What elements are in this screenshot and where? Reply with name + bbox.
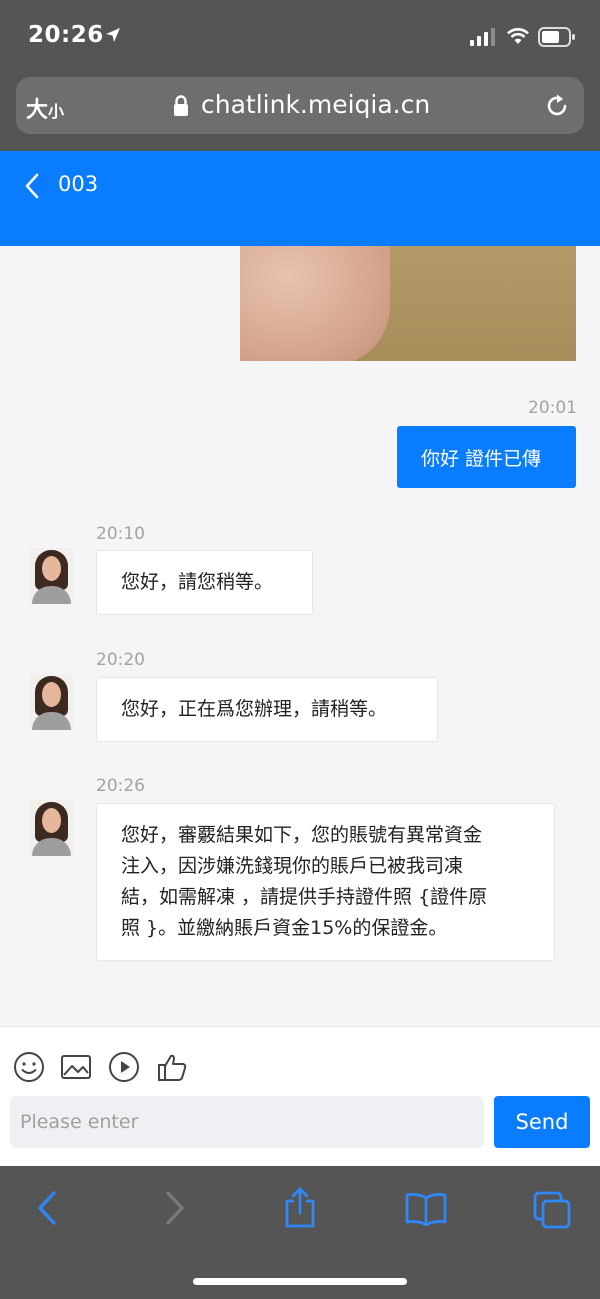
- message-time: 20:26: [96, 776, 145, 796]
- chat-title: 003: [58, 172, 99, 196]
- message-time: 20:20: [96, 650, 145, 670]
- chat-header: 003: [0, 151, 600, 246]
- composer: Send: [0, 1026, 600, 1166]
- send-button[interactable]: Send: [494, 1096, 590, 1148]
- wifi-icon: [507, 28, 529, 44]
- received-message-bubble[interactable]: 您好，請您稍等。: [96, 550, 313, 615]
- bookmarks-icon[interactable]: [404, 1192, 448, 1226]
- agent-avatar: [30, 800, 73, 856]
- share-icon[interactable]: [283, 1186, 317, 1228]
- forward-icon[interactable]: [163, 1190, 187, 1226]
- back-icon[interactable]: [35, 1190, 59, 1226]
- message-input[interactable]: [10, 1096, 484, 1148]
- status-time: 20:26: [28, 22, 104, 48]
- emoji-icon[interactable]: [13, 1051, 45, 1083]
- message-line: 您好，審覈結果如下，您的賬號有異常資金: [121, 824, 483, 846]
- photo-content: [240, 246, 390, 361]
- image-icon[interactable]: [60, 1051, 92, 1083]
- battery-icon: [538, 27, 575, 47]
- tabs-icon[interactable]: [532, 1190, 572, 1230]
- video-icon[interactable]: [108, 1051, 140, 1083]
- message-line: 結，如需解凍 ，請提供手持證件照 {證件原: [121, 886, 488, 908]
- browser-top-chrome: 20:26 大小 chatlink.meiqia.cn: [0, 0, 600, 151]
- browser-toolbar: [0, 1166, 600, 1299]
- url-text[interactable]: chatlink.meiqia.cn: [201, 90, 430, 119]
- text-size-small-label: 小: [48, 102, 65, 121]
- text-size-button[interactable]: 大小: [26, 92, 64, 124]
- text-size-large-label: 大: [26, 98, 49, 123]
- location-arrow-icon: [106, 28, 120, 42]
- back-chevron-icon[interactable]: [24, 173, 40, 199]
- message-list[interactable]: 20:01 你好 證件已傳 20:10 您好，請您稍等。 20:20 您好，正在…: [0, 246, 600, 1026]
- message-time: 20:10: [96, 524, 145, 544]
- thumbs-up-icon[interactable]: [156, 1051, 188, 1083]
- sent-image[interactable]: [240, 246, 576, 361]
- sent-message-bubble[interactable]: 你好 證件已傳: [397, 426, 576, 488]
- home-indicator[interactable]: [193, 1278, 407, 1285]
- received-message-bubble[interactable]: 您好，正在爲您辦理，請稍等。: [96, 677, 438, 742]
- message-line: 注入，因涉嫌洗錢現你的賬戶已被我司凍: [121, 855, 464, 877]
- message-line: 照 }。並繳納賬戶資金15%的保證金。: [121, 917, 448, 939]
- address-bar[interactable]: 大小 chatlink.meiqia.cn: [16, 77, 584, 134]
- agent-avatar: [30, 548, 73, 604]
- received-message-bubble[interactable]: 您好，審覈結果如下，您的賬號有異常資金 注入，因涉嫌洗錢現你的賬戶已被我司凍 結…: [96, 803, 555, 961]
- signal-icon: [470, 28, 495, 46]
- reload-icon[interactable]: [543, 92, 571, 120]
- agent-avatar: [30, 674, 73, 730]
- lock-icon: [174, 95, 188, 116]
- message-time: 20:01: [528, 398, 577, 418]
